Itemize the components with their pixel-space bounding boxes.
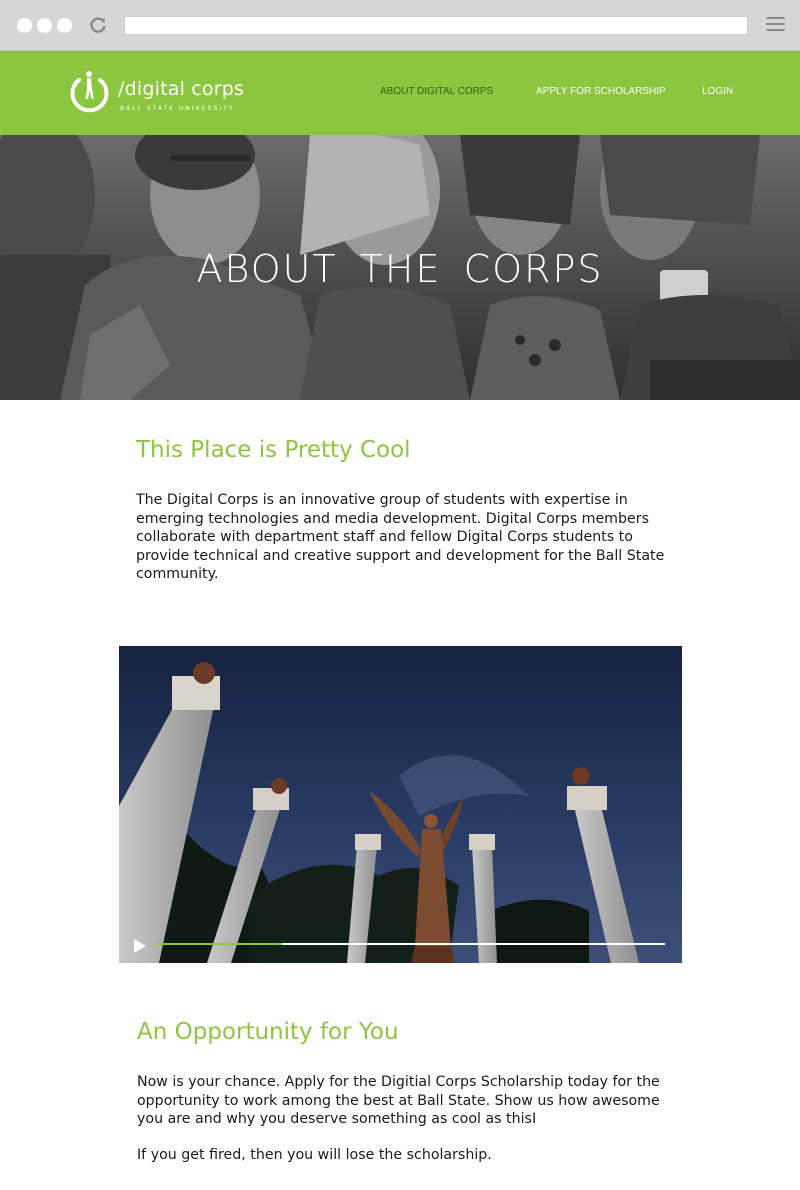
window-dot-close[interactable]	[17, 18, 32, 33]
hero-banner: ABOUT THE CORPS	[0, 135, 800, 400]
window-dot-maximize[interactable]	[57, 18, 72, 33]
hamburger-icon[interactable]	[766, 17, 785, 33]
section-heading-opportunity: An Opportunity for You	[137, 1019, 399, 1045]
about-paragraph-line: The Digital Corps is an innovative group…	[136, 492, 628, 508]
logo-wordmark: /digital corps	[118, 78, 245, 100]
about-paragraph-line: emerging technologies and media developm…	[136, 510, 649, 527]
video-frame-statue	[119, 646, 682, 963]
play-icon[interactable]	[132, 938, 148, 954]
about-paragraph-line: provide technical and creative support a…	[136, 547, 665, 564]
site-header: /digital corps BALL STATE UNIVERSITY ABO…	[0, 51, 800, 135]
video-progress-bar[interactable]	[154, 943, 665, 945]
window-dot-minimize[interactable]	[37, 18, 52, 33]
scholarship-note: If you get fired, then you will lose the…	[137, 1147, 492, 1163]
nav-login[interactable]: LOGIN	[702, 86, 733, 97]
browser-chrome	[0, 0, 800, 51]
opportunity-paragraph-line: opportunity to work among the best at Ba…	[137, 1092, 660, 1109]
about-paragraph-line: collaborate with department staff and fe…	[136, 529, 633, 545]
opportunity-paragraph-line: you are and why you deserve something as…	[137, 1111, 537, 1127]
address-bar[interactable]	[124, 16, 748, 35]
opportunity-paragraph-line: Now is your chance. Apply for the Digiti…	[137, 1074, 660, 1090]
power-person-logo-icon	[70, 71, 109, 113]
hero-title: ABOUT THE CORPS	[196, 247, 604, 291]
reload-icon[interactable]	[88, 15, 108, 35]
nav-about-digital-corps[interactable]: ABOUT DIGITAL CORPS	[380, 86, 493, 97]
about-paragraph-line: community.	[136, 566, 219, 582]
site-logo[interactable]: /digital corps BALL STATE UNIVERSITY	[67, 67, 267, 119]
logo-subtitle: BALL STATE UNIVERSITY	[120, 105, 235, 112]
opportunity-paragraph: Now is your chance. Apply for the Digiti…	[137, 1073, 697, 1129]
section-heading-pretty-cool: This Place is Pretty Cool	[136, 437, 411, 463]
video-player[interactable]	[119, 646, 682, 963]
about-paragraph: The Digital Corps is an innovative group…	[136, 491, 696, 584]
nav-apply-for-scholarship[interactable]: APPLY FOR SCHOLARSHIP	[536, 86, 666, 97]
video-progress-fill	[154, 943, 282, 945]
